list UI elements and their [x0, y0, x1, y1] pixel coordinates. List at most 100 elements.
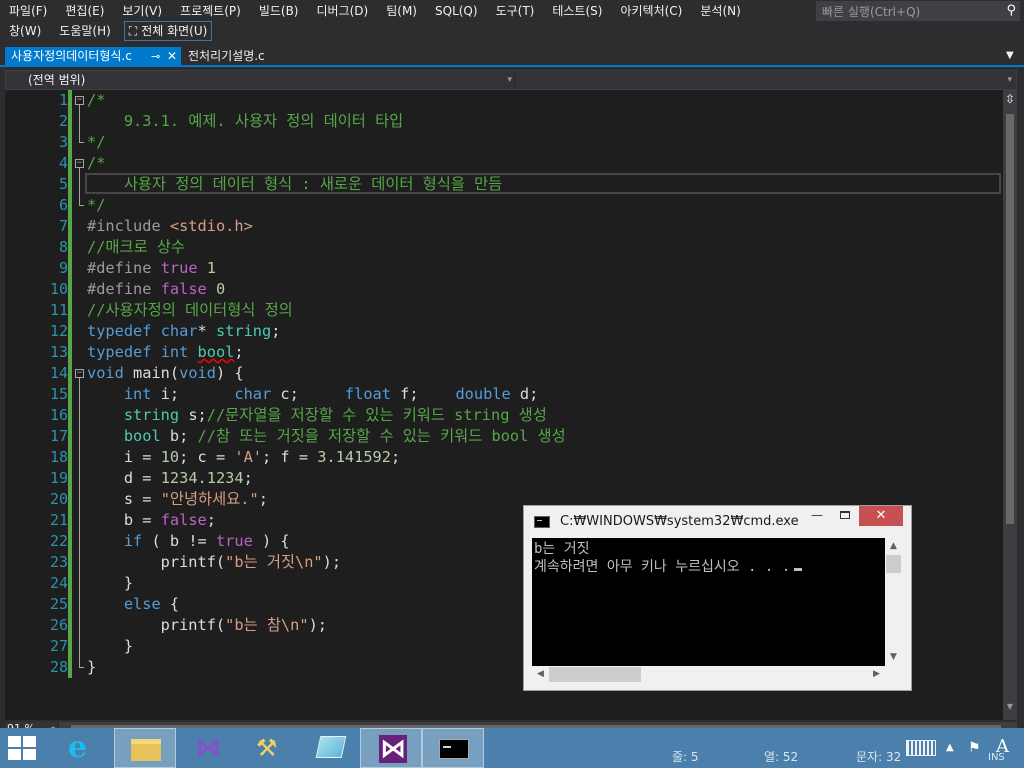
- maximize-button[interactable]: [832, 506, 858, 526]
- collapse-region-icon[interactable]: −: [75, 159, 84, 168]
- code-line[interactable]: printf("b는 거짓\n");: [87, 552, 341, 573]
- scroll-thumb[interactable]: [1006, 114, 1014, 524]
- fullscreen-toggle-button[interactable]: ⛶ 전체 화면(U): [123, 21, 213, 41]
- code-line[interactable]: /*: [87, 90, 105, 111]
- scroll-thumb[interactable]: [549, 667, 641, 682]
- code-line[interactable]: //사용자정의 데이터형식 정의: [87, 300, 293, 321]
- code-line[interactable]: #define false 0: [87, 279, 225, 300]
- menu-item[interactable]: 도움말(H): [50, 21, 120, 41]
- collapse-region-icon[interactable]: −: [75, 369, 84, 378]
- code-line[interactable]: int i; char c; float f; double d;: [87, 384, 539, 405]
- code-token: 'A': [234, 448, 263, 466]
- menu-item[interactable]: 보기(V): [113, 1, 171, 21]
- scroll-down-icon[interactable]: ▼: [1003, 702, 1017, 711]
- code-line[interactable]: 사용자 정의 데이터 형식 : 새로운 데이터 형식을 만듬: [87, 174, 502, 195]
- scroll-up-icon[interactable]: ▲: [885, 538, 902, 555]
- action-center-flag-icon[interactable]: ⚑: [968, 740, 981, 756]
- editor-vertical-scrollbar[interactable]: ⇳ ▼: [1003, 90, 1017, 720]
- status-insert-mode: INS: [988, 752, 1005, 763]
- console-title-bar[interactable]: C:₩WINDOWS₩system32₩cmd.exe — ✕: [524, 506, 911, 538]
- menu-item[interactable]: 도구(T): [487, 1, 544, 21]
- code-line[interactable]: typedef int bool;: [87, 342, 244, 363]
- code-line[interactable]: }: [87, 657, 96, 678]
- console-vertical-scrollbar[interactable]: ▲ ▼: [885, 538, 902, 666]
- scroll-left-icon[interactable]: ◀: [532, 666, 549, 683]
- scroll-right-icon[interactable]: ▶: [868, 666, 885, 683]
- code-line[interactable]: if ( b != true ) {: [87, 531, 290, 552]
- code-line[interactable]: printf("b는 참\n");: [87, 615, 327, 636]
- close-icon[interactable]: ✕: [167, 47, 177, 66]
- collapse-region-icon[interactable]: −: [75, 96, 84, 105]
- scope-label: (전역 범위): [28, 73, 86, 87]
- code-line[interactable]: /*: [87, 153, 105, 174]
- code-line[interactable]: //매크로 상수: [87, 237, 185, 258]
- menu-item[interactable]: 아키텍처(C): [611, 1, 691, 21]
- quick-launch-input[interactable]: 빠른 실행(Ctrl+Q) ⚲: [816, 1, 1020, 21]
- console-output-area[interactable]: b는 거짓 계속하려면 아무 키나 누르십시오 . . .: [532, 538, 902, 666]
- visual-studio-active-button[interactable]: ⋈: [360, 728, 422, 768]
- keyboard-icon[interactable]: [906, 740, 936, 756]
- console-window[interactable]: C:₩WINDOWS₩system32₩cmd.exe — ✕ b는 거짓 계속…: [523, 505, 912, 691]
- minimize-button[interactable]: —: [804, 506, 830, 526]
- code-line[interactable]: s = "안녕하세요.";: [87, 489, 268, 510]
- cmd-taskbar-button[interactable]: [422, 728, 484, 768]
- code-token: c;: [271, 385, 345, 403]
- file-explorer-button[interactable]: [114, 728, 176, 768]
- menu-item[interactable]: 디버그(D): [308, 1, 378, 21]
- tab-active-document[interactable]: 사용자정의데이터형식.c ⊸ ✕: [5, 47, 181, 66]
- code-line[interactable]: b = false;: [87, 510, 216, 531]
- console-horizontal-scrollbar[interactable]: ◀ ▶: [532, 666, 902, 683]
- code-line[interactable]: #include <stdio.h>: [87, 216, 253, 237]
- menu-item[interactable]: 창(W): [0, 21, 50, 41]
- code-token: "b는 거짓\n": [225, 553, 323, 571]
- fold-guide: [79, 168, 80, 205]
- menu-item[interactable]: 테스트(S): [543, 1, 611, 21]
- scroll-down-icon[interactable]: ▼: [885, 649, 902, 666]
- menu-item[interactable]: 팀(M): [377, 1, 426, 21]
- fold-guide-end: [79, 205, 84, 206]
- code-line[interactable]: string s;//문자열을 저장할 수 있는 키워드 string 생성: [87, 405, 547, 426]
- menu-item[interactable]: 분석(N): [691, 1, 749, 21]
- tab-inactive-document[interactable]: 전처리기설명.c: [182, 47, 282, 66]
- code-token: //참 또는 거짓을 저장할 수 있는 키워드 bool 생성: [197, 427, 566, 445]
- code-line[interactable]: }: [87, 636, 133, 657]
- code-line[interactable]: else {: [87, 594, 179, 615]
- scope-dropdown[interactable]: (전역 범위) ▾: [6, 71, 514, 89]
- scroll-thumb[interactable]: [886, 555, 901, 573]
- code-line[interactable]: */: [87, 132, 105, 153]
- code-token: ;: [243, 469, 253, 487]
- close-button[interactable]: ✕: [859, 506, 903, 526]
- line-number: 12: [49, 322, 68, 340]
- member-dropdown[interactable]: ▾: [516, 71, 1016, 89]
- code-token: b =: [87, 511, 161, 529]
- code-line[interactable]: }: [87, 573, 133, 594]
- menu-item[interactable]: 프로젝트(P): [171, 1, 250, 21]
- code-line[interactable]: void main(void) {: [87, 363, 244, 384]
- notepad-button[interactable]: [300, 728, 362, 768]
- code-line[interactable]: bool b; //참 또는 거짓을 저장할 수 있는 키워드 bool 생성: [87, 426, 566, 447]
- code-line[interactable]: i = 10; c = 'A'; f = 3.141592;: [87, 447, 400, 468]
- code-line[interactable]: 9.3.1. 예제. 사용자 정의 데이터 타입: [87, 111, 403, 132]
- menu-item[interactable]: SQL(Q): [426, 1, 487, 21]
- line-number: 4: [58, 154, 68, 172]
- code-line[interactable]: d = 1234.1234;: [87, 468, 253, 489]
- code-token: b;: [160, 427, 198, 445]
- code-line[interactable]: #define true 1: [87, 258, 216, 279]
- tab-overflow-dropdown-icon[interactable]: ▼: [1006, 50, 1014, 61]
- show-hidden-icons-icon[interactable]: ▲: [946, 742, 954, 753]
- code-token: /*: [87, 154, 106, 172]
- line-number: 9: [58, 259, 68, 277]
- code-token: #include: [87, 217, 170, 235]
- code-line[interactable]: */: [87, 195, 105, 216]
- menu-item[interactable]: 파일(F): [0, 1, 56, 21]
- code-line[interactable]: typedef char* string;: [87, 321, 280, 342]
- tools-button[interactable]: ⚒: [238, 728, 300, 768]
- visual-studio-button[interactable]: ⋈: [176, 728, 238, 768]
- menu-item[interactable]: 빌드(B): [250, 1, 308, 21]
- code-token: printf(: [87, 553, 226, 571]
- pin-icon[interactable]: ⊸: [151, 47, 160, 66]
- internet-explorer-button[interactable]: e: [52, 728, 114, 768]
- search-icon[interactable]: ⚲: [1006, 3, 1016, 18]
- split-window-icon[interactable]: ⇳: [1003, 92, 1017, 106]
- menu-item[interactable]: 편집(E): [56, 1, 113, 21]
